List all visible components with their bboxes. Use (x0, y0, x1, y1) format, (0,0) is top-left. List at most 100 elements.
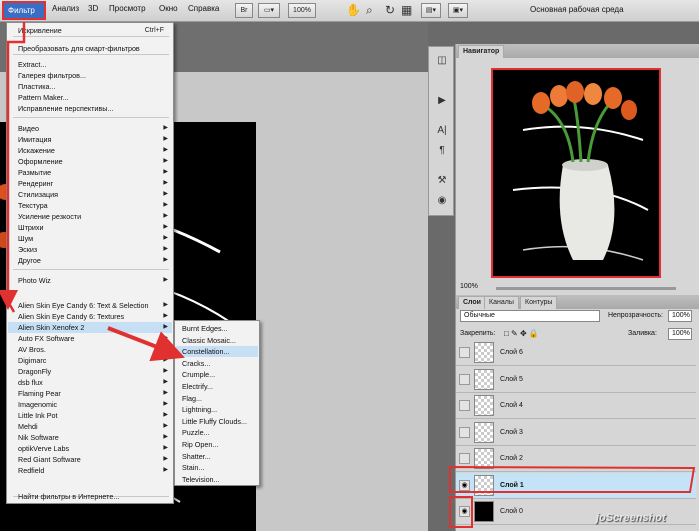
layer-row[interactable]: Слой 2 (456, 446, 696, 472)
tab-paths[interactable]: Контуры (520, 296, 558, 309)
filter-menu-item[interactable]: Усиление резкости ▶ (8, 211, 172, 222)
submenu-item[interactable]: Constellation... (176, 346, 258, 358)
filter-menu-item[interactable]: Digimarc ▶ (8, 355, 172, 366)
submenu-item[interactable]: Electrify... (176, 381, 258, 392)
filter-menu-item[interactable]: Nik Software ▶ (8, 432, 172, 443)
submenu-item[interactable]: Television... (176, 474, 258, 485)
menu-filter[interactable]: Фильтр (2, 1, 46, 20)
filter-menu-item[interactable]: Little Ink Pot ▶ (8, 410, 172, 421)
zoom-tool-icon[interactable]: ⌕ (366, 3, 373, 18)
visibility-eye-icon[interactable]: ◉ (459, 506, 470, 517)
submenu-item[interactable]: Cracks... (176, 358, 258, 369)
filter-menu-item[interactable]: Рендеринг ▶ (8, 178, 172, 189)
filter-menu-item[interactable]: Пластика... (8, 81, 172, 92)
submenu-item[interactable]: Crumple... (176, 369, 258, 380)
filter-menu-item[interactable]: Red Giant Software ▶ (8, 454, 172, 465)
filter-menu-item[interactable]: Auto FX Software ▶ (8, 333, 172, 344)
layer-row[interactable]: ◉ Слой 1 (456, 472, 696, 499)
filter-menu-item[interactable]: Alien Skin Xenofex 2 ▶ (8, 322, 172, 333)
history-icon[interactable]: ◫ (434, 55, 450, 69)
menu-window[interactable]: Окно (159, 4, 178, 13)
visibility-eye-icon[interactable] (459, 373, 470, 385)
tab-navigator[interactable]: Навигатор (458, 45, 505, 58)
lock-icons[interactable]: □ ✎ ✥ 🔒 (504, 329, 539, 338)
visibility-eye-icon[interactable]: ◉ (459, 479, 470, 491)
layer-row[interactable]: Слой 6 (456, 340, 696, 366)
visibility-eye-icon[interactable] (459, 453, 470, 464)
filter-menu-item[interactable]: Alien Skin Eye Candy 6: Textures ▶ (8, 311, 172, 322)
actions-icon[interactable]: ▶ (434, 95, 450, 109)
submenu-item[interactable]: Little Fluffy Clouds... (176, 416, 258, 427)
screen-mode-icon[interactable]: ▣▾ (448, 3, 468, 18)
submenu-item[interactable]: Shatter... (176, 451, 258, 462)
character-icon[interactable]: A| (434, 125, 450, 139)
submenu-item[interactable]: Lightning... (176, 404, 258, 415)
arrange-icon[interactable]: ▤▾ (421, 3, 441, 18)
menu-3d[interactable]: 3D (88, 4, 98, 13)
filter-menu-item[interactable]: Исправление перспективы... (8, 103, 172, 114)
filter-menu-item[interactable]: Оформление ▶ (8, 156, 172, 167)
filter-menu-item[interactable]: Штрихи ▶ (8, 222, 172, 233)
filter-menu-item[interactable]: Шум ▶ (8, 233, 172, 244)
submenu-arrow-icon: ▶ (163, 302, 168, 308)
layer-row[interactable]: Слой 5 (456, 366, 696, 393)
submenu-item[interactable]: Classic Mosaic... (176, 335, 258, 346)
filter-menu-item[interactable]: Другое ▶ (8, 255, 172, 266)
filter-menu-item[interactable]: Видео ▶ (8, 123, 172, 134)
layer-row[interactable]: Слой 3 (456, 419, 696, 446)
filter-menu-item[interactable]: Mehdi ▶ (8, 421, 172, 432)
filter-menu-item[interactable]: Имитация ▶ (8, 134, 172, 145)
blend-mode-select[interactable]: Обычные (460, 310, 600, 322)
filter-menu-item[interactable]: Размытие ▶ (8, 167, 172, 178)
filter-menu-item[interactable]: optikVerve Labs ▶ (8, 443, 172, 454)
layer-thumbnail (474, 395, 494, 416)
filter-menu-item[interactable]: Redfield ▶ (8, 465, 172, 476)
filter-menu-item[interactable]: Преобразовать для смарт-фильтров (8, 43, 172, 54)
submenu-item[interactable]: Flag... (176, 393, 258, 404)
visibility-eye-icon[interactable] (459, 400, 470, 411)
filter-menu-item[interactable]: Alien Skin Eye Candy 6: Text & Selection… (8, 300, 172, 311)
navigator-preview[interactable] (491, 68, 661, 278)
filter-menu-item[interactable]: Искажение ▶ (8, 145, 172, 156)
visibility-eye-icon[interactable] (459, 347, 470, 358)
paragraph-icon[interactable]: ¶ (434, 145, 450, 159)
ruler-icon[interactable]: ▦ (401, 3, 412, 17)
zoom-dropdown[interactable]: 100% (288, 3, 316, 18)
filter-menu-item[interactable]: Искривление Ctrl+F (8, 25, 172, 36)
tool-presets-icon[interactable]: ⚒ (434, 175, 450, 189)
submenu-item[interactable]: Rip Open... (176, 439, 258, 450)
filter-menu-item[interactable]: Стилизация ▶ (8, 189, 172, 200)
submenu-item[interactable]: Burnt Edges... (176, 323, 258, 334)
submenu-item[interactable]: Puzzle... (176, 427, 258, 438)
filter-menu-item[interactable]: Галерея фильтров... (8, 70, 172, 81)
tab-layers[interactable]: Слои (458, 296, 486, 309)
visibility-eye-icon[interactable] (459, 426, 470, 438)
menu-view[interactable]: Просмотр (109, 4, 146, 13)
menu-help[interactable]: Справка (188, 4, 219, 13)
submenu-item[interactable]: Stain... (176, 462, 258, 473)
clone-source-icon[interactable]: ◉ (434, 195, 450, 209)
filter-menu-item[interactable]: Flaming Pear ▶ (8, 388, 172, 399)
navigator-zoom-field[interactable]: 100% (460, 283, 478, 290)
rotate-view-icon[interactable]: ↻ (385, 3, 395, 17)
layer-row[interactable]: Слой 4 (456, 393, 696, 419)
filter-menu-item[interactable]: Текстура ▶ (8, 200, 172, 211)
filter-menu-item[interactable]: Pattern Maker... (8, 92, 172, 103)
hand-tool-icon[interactable]: ✋ (346, 3, 361, 17)
filter-menu-item[interactable]: Эскиз ▶ (8, 244, 172, 255)
tab-channels[interactable]: Каналы (484, 296, 519, 309)
filter-menu-item[interactable]: Extract... (8, 59, 172, 70)
workspace-switcher[interactable]: Основная рабочая среда (530, 5, 624, 14)
bridge-icon[interactable]: Br (235, 3, 253, 18)
filter-menu-item[interactable]: Найти фильтры в Интернете... (8, 491, 172, 502)
fill-field[interactable]: 100% (668, 328, 692, 340)
frame-icon[interactable]: ▭▾ (258, 3, 280, 18)
menu-analysis[interactable]: Анализ (52, 4, 79, 13)
filter-menu-item[interactable]: Photo Wiz ▶ (8, 275, 172, 286)
filter-menu-item[interactable]: Imagenomic ▶ (8, 399, 172, 410)
navigator-zoom-slider[interactable] (496, 287, 676, 290)
filter-menu-item[interactable]: AV Bros. ▶ (8, 344, 172, 355)
opacity-field[interactable]: 100% (668, 310, 692, 322)
filter-menu-item[interactable]: dsb flux ▶ (8, 377, 172, 388)
filter-menu-item[interactable]: DragonFly ▶ (8, 366, 172, 377)
